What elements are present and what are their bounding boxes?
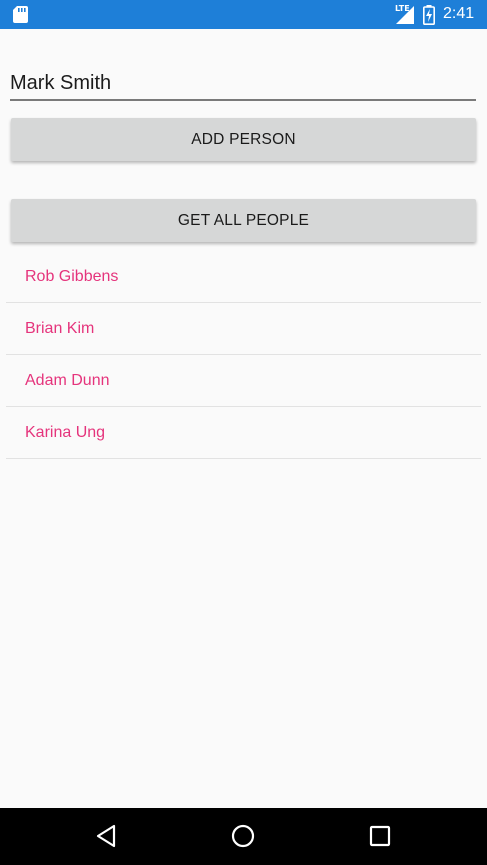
home-icon[interactable] xyxy=(229,822,257,850)
add-person-button[interactable]: ADD PERSON xyxy=(11,118,476,161)
person-name: Rob Gibbens xyxy=(25,268,119,285)
back-icon[interactable] xyxy=(94,822,122,850)
recent-apps-icon[interactable] xyxy=(366,822,394,850)
person-name: Brian Kim xyxy=(25,320,95,337)
name-entry-field[interactable] xyxy=(10,68,476,101)
navigation-bar xyxy=(0,808,487,865)
people-list: Rob Gibbens Brian Kim Adam Dunn Karina U… xyxy=(6,251,481,459)
signal-icon xyxy=(396,6,414,24)
person-name: Adam Dunn xyxy=(25,372,110,389)
sd-card-icon xyxy=(13,6,28,23)
list-item[interactable]: Rob Gibbens xyxy=(6,251,481,303)
clock: 2:41 xyxy=(443,5,475,22)
battery-charging-icon xyxy=(423,5,435,25)
get-all-people-button[interactable]: GET ALL PEOPLE xyxy=(11,199,476,242)
list-item[interactable]: Brian Kim xyxy=(6,303,481,355)
list-item[interactable]: Adam Dunn xyxy=(6,355,481,407)
status-bar: LTE 2:41 xyxy=(0,0,487,29)
list-item[interactable]: Karina Ung xyxy=(6,407,481,459)
person-name: Karina Ung xyxy=(25,424,106,441)
